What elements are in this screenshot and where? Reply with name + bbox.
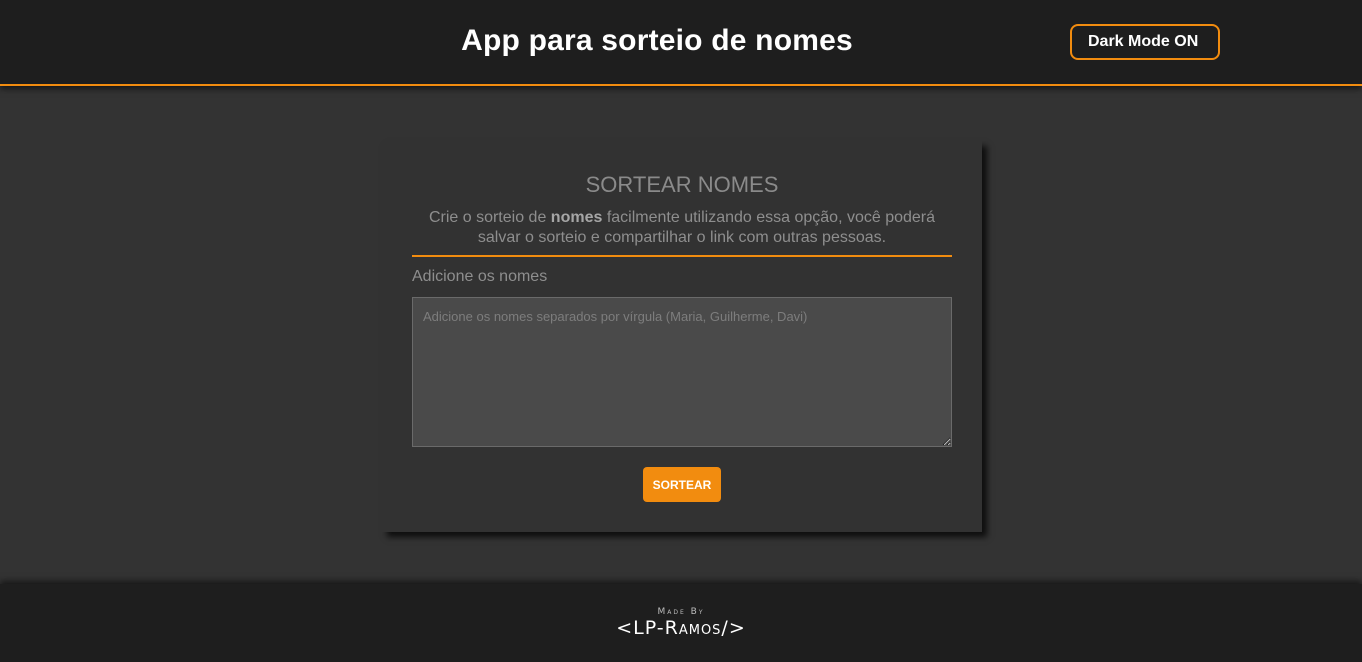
app-header: App para sorteio de nomes Dark Mode ON	[0, 0, 1362, 86]
names-input[interactable]	[412, 297, 952, 447]
description-text-start: Crie o sorteio de	[428, 209, 551, 226]
card-title: SORTEAR NOMES	[585, 172, 779, 197]
app-footer: Made By <LP-Ramos/>	[0, 584, 1362, 662]
author-logo: <LP-Ramos/>	[616, 617, 746, 639]
card-description: Crie o sorteio de nomes facilmente utili…	[412, 208, 952, 248]
draw-button[interactable]: SORTEAR	[643, 467, 721, 502]
draw-names-card: SORTEAR NOMES Crie o sorteio de nomes fa…	[382, 141, 982, 532]
description-highlight: nomes	[550, 209, 603, 226]
made-by-label: Made By	[657, 607, 705, 617]
names-field-label: Adicione os nomes	[412, 268, 548, 285]
title-divider	[412, 255, 952, 257]
dark-mode-toggle-button[interactable]: Dark Mode ON	[1070, 24, 1220, 60]
